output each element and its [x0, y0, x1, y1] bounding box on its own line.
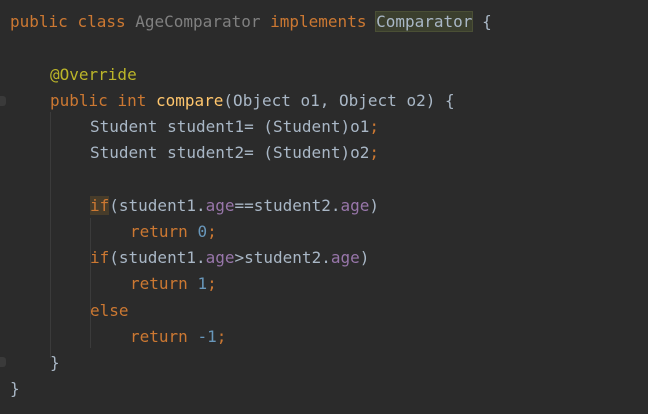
code-line-14[interactable]: }	[10, 376, 20, 402]
keyword: return	[130, 274, 188, 293]
semicolon: ;	[369, 143, 379, 162]
semicolon: ;	[216, 327, 227, 346]
keyword: public	[50, 91, 108, 110]
code-line-7[interactable]: if(student1.age==student2.age)	[90, 193, 379, 219]
code-line-1[interactable]: public class AgeComparator implements Co…	[10, 9, 492, 35]
keyword: return	[130, 327, 188, 346]
field: age	[340, 196, 370, 215]
indent-guide-if	[90, 218, 91, 348]
field: age	[205, 248, 235, 267]
number: 0	[197, 222, 208, 241]
statement: Student student1= (Student)o1	[90, 117, 370, 136]
code-line-3[interactable]: public int compare(Object o1, Object o2)…	[50, 88, 455, 114]
expr: (student1.	[109, 248, 206, 267]
code-editor[interactable]: public class AgeComparator implements Co…	[0, 0, 648, 414]
code-line-2[interactable]: @Override	[50, 62, 137, 88]
code-line-12[interactable]: return -1;	[130, 324, 226, 350]
code-line-11[interactable]: else	[90, 298, 129, 324]
keyword: implements	[270, 12, 367, 31]
brace: }	[10, 379, 20, 398]
code-line-13[interactable]: }	[50, 350, 60, 376]
indent-guide-method	[50, 112, 51, 358]
keyword: class	[77, 12, 126, 31]
brace: {	[482, 12, 492, 31]
keyword-if: if	[90, 196, 110, 215]
number: -1	[197, 327, 217, 346]
number: 1	[197, 274, 208, 293]
semicolon: ;	[207, 274, 217, 293]
class-name: AgeComparator	[135, 12, 261, 31]
code-line-8[interactable]: return 0;	[130, 219, 217, 245]
brace: }	[50, 353, 60, 372]
keyword-if: if	[90, 248, 110, 267]
code-line-5[interactable]: Student student2= (Student)o2;	[90, 140, 379, 166]
semicolon: ;	[207, 222, 217, 241]
fold-marker-method[interactable]	[0, 96, 6, 106]
expr: )	[369, 196, 380, 215]
field: age	[205, 196, 235, 215]
keyword-else: else	[90, 301, 129, 320]
keyword: public	[10, 12, 68, 31]
params: (Object o1, Object o2) {	[223, 91, 455, 110]
expr: (student1.	[109, 196, 206, 215]
method-name: compare	[155, 91, 224, 110]
highlighted-identifier: Comparator	[375, 11, 474, 32]
keyword: return	[130, 222, 188, 241]
expr: ==student2.	[234, 196, 341, 215]
code-line-9[interactable]: if(student1.age>student2.age)	[90, 245, 369, 271]
semicolon: ;	[369, 117, 379, 136]
code-line-10[interactable]: return 1;	[130, 271, 217, 297]
statement: Student student2= (Student)o2	[90, 143, 370, 162]
annotation: @Override	[50, 65, 137, 84]
keyword: int	[117, 91, 147, 110]
field: age	[330, 248, 360, 267]
code-line-4[interactable]: Student student1= (Student)o1;	[90, 114, 379, 140]
fold-marker-method-end[interactable]	[0, 357, 6, 367]
expr: >student2.	[234, 248, 331, 267]
expr: )	[359, 248, 370, 267]
